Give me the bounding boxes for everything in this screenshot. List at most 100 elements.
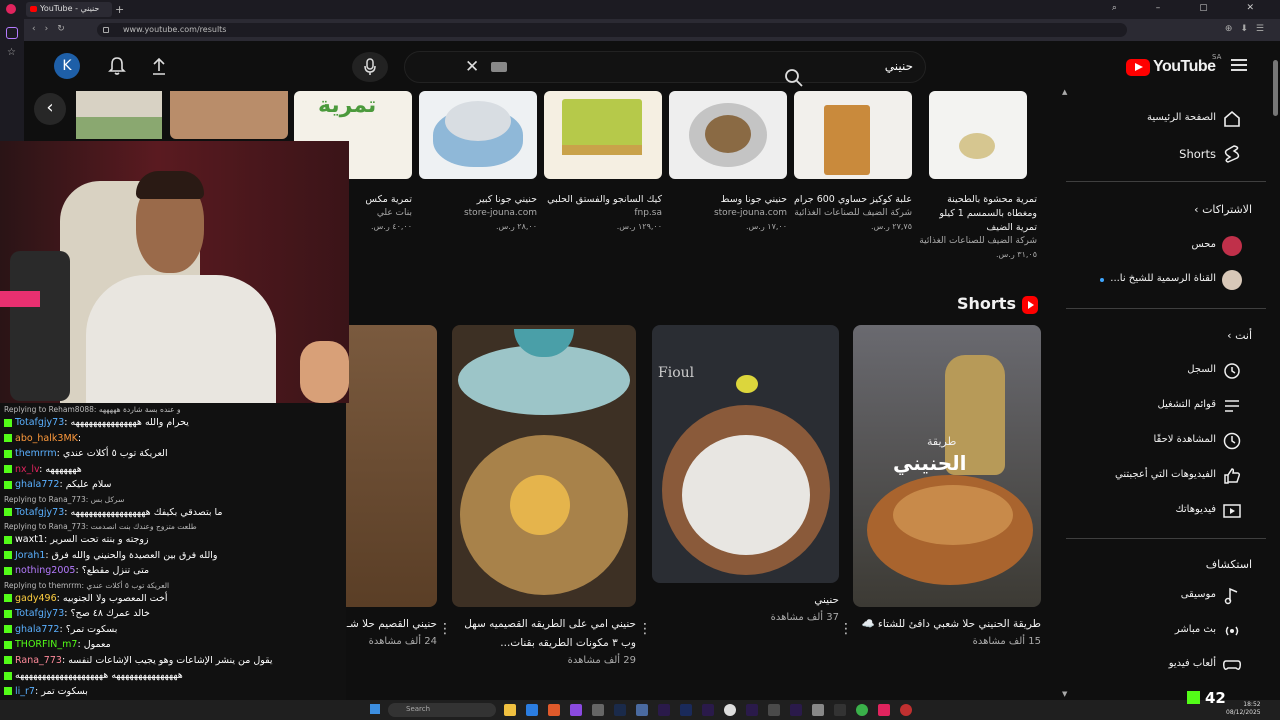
opera-icon[interactable] bbox=[878, 704, 890, 716]
url-field[interactable]: www.youtube.com/results bbox=[97, 23, 1127, 37]
visual-studio-icon[interactable] bbox=[570, 704, 582, 716]
product-card[interactable]: كيك السانجو والفستق الحلبي fnp.sa ١٢٩,٠٠… bbox=[544, 91, 662, 233]
sidebar-item-history[interactable]: السجل bbox=[1066, 356, 1266, 386]
vscode-icon[interactable] bbox=[526, 704, 538, 716]
more-options-icon[interactable]: ⋮ bbox=[839, 621, 853, 637]
search-input[interactable]: ✕ حنيني bbox=[404, 51, 926, 87]
sidebar-item-shorts[interactable]: Shorts bbox=[1066, 139, 1266, 169]
after-effects-icon[interactable] bbox=[658, 704, 670, 716]
photoshop-icon[interactable] bbox=[614, 704, 626, 716]
short-thumbnail[interactable] bbox=[452, 325, 636, 607]
chat-username[interactable]: THORFIN_m7 bbox=[15, 639, 77, 650]
app-icon[interactable] bbox=[834, 704, 846, 716]
file-explorer-icon[interactable] bbox=[504, 704, 516, 716]
chat-text: زوجته و بنته تحت السرير bbox=[50, 534, 149, 545]
sidebar-item-playlists[interactable]: قوائم التشغيل bbox=[1066, 391, 1266, 421]
home-icon[interactable] bbox=[6, 27, 18, 39]
taskbar-clock[interactable]: 18:52 08/12/2025 bbox=[1226, 701, 1261, 717]
sidebar-scroll-down-icon[interactable]: ▼ bbox=[1062, 690, 1067, 698]
windows-start-icon[interactable] bbox=[370, 704, 380, 714]
short-title[interactable]: حنيني bbox=[652, 591, 839, 610]
app-icon[interactable] bbox=[724, 704, 736, 716]
star-icon[interactable]: ☆ bbox=[7, 47, 16, 58]
chat-username[interactable]: Totafgjy73 bbox=[15, 417, 64, 428]
sidebar-item-liked-videos[interactable]: الفيديوهات التي أعجبتني bbox=[1066, 461, 1266, 491]
upload-icon[interactable] bbox=[150, 56, 168, 76]
browser-menu-icons[interactable]: ⊕⬇☰ bbox=[1225, 24, 1272, 34]
app-icon[interactable] bbox=[636, 704, 648, 716]
page-scrollbar[interactable] bbox=[1273, 60, 1278, 116]
youtube-favicon-icon bbox=[30, 6, 37, 12]
chat-badge-icon bbox=[4, 594, 12, 602]
channel-avatar bbox=[1222, 236, 1242, 256]
app-icon[interactable] bbox=[592, 704, 604, 716]
you-heading[interactable]: أنت › bbox=[1227, 329, 1252, 342]
short-card[interactable]: ⋮ حنيني امي على الطريقه القصيميه سهل وب … bbox=[438, 325, 636, 666]
more-options-icon[interactable]: ⋮ bbox=[638, 621, 652, 637]
sidebar-item-music[interactable]: موسيقى bbox=[1066, 581, 1266, 611]
media-encoder-icon[interactable] bbox=[702, 704, 714, 716]
short-views: 15 ألف مشاهدة bbox=[972, 636, 1041, 647]
short-card[interactable]: طريقة الحنيني ⋮ طريقة الحنيني حلا شعبي د… bbox=[839, 325, 1041, 647]
chat-username[interactable]: Rana_773 bbox=[15, 655, 62, 666]
browser-tab[interactable]: YouTube - حنيني bbox=[26, 2, 112, 17]
sidebar-scroll-up-icon[interactable]: ▲ bbox=[1062, 88, 1067, 96]
product-card[interactable]: حنيني جونا وسط store-jouna.com ١٧,٠٠ ر.س… bbox=[669, 91, 787, 233]
brave-icon[interactable] bbox=[548, 704, 560, 716]
short-card[interactable]: Fioul ⋮ حنيني 37 ألف مشاهدة bbox=[638, 325, 839, 637]
product-card[interactable]: تمرية محشوة بالطحينة ومغطاه بالسمسم 1 كي… bbox=[919, 91, 1037, 261]
product-thumb[interactable] bbox=[76, 91, 162, 139]
music-icon bbox=[1224, 587, 1238, 605]
chat-username[interactable]: ghala772 bbox=[15, 624, 59, 635]
adobe-app-icon[interactable] bbox=[746, 704, 758, 716]
bell-icon[interactable] bbox=[108, 56, 126, 76]
search-button[interactable] bbox=[785, 64, 820, 92]
chat-username[interactable]: Totafgjy73 bbox=[15, 608, 64, 619]
nav-buttons[interactable]: ‹›↻ bbox=[32, 24, 74, 34]
chat-username[interactable]: gady496 bbox=[15, 593, 57, 604]
chat-username[interactable]: nothing2005 bbox=[15, 565, 75, 576]
keyboard-icon[interactable] bbox=[491, 62, 507, 72]
chat-username[interactable]: ghala772 bbox=[15, 479, 59, 490]
chat-username[interactable]: themrrm bbox=[15, 448, 57, 459]
sidebar-item-live[interactable]: بث مباشر bbox=[1066, 616, 1266, 646]
sidebar-item-subscription[interactable]: محس bbox=[1066, 231, 1266, 261]
chat-username[interactable]: nx_lv bbox=[15, 464, 39, 475]
more-options-icon[interactable]: ⋮ bbox=[438, 621, 452, 637]
sidebar-item-subscription[interactable]: القناة الرسمية للشيخ نا... bbox=[1066, 265, 1266, 295]
product-card[interactable]: حنيني جونا كبير store-jouna.com ٢٨,٠٠ ر.… bbox=[419, 91, 537, 233]
sidebar-item-home[interactable]: الصفحة الرئيسية bbox=[1066, 104, 1266, 134]
product-card[interactable]: علبة كوكيز حساوي 600 جرام شركة الضيف للص… bbox=[794, 91, 912, 233]
sidebar-item-gaming[interactable]: ألعاب فيديو bbox=[1066, 650, 1266, 680]
short-title[interactable]: حنيني امي على الطريقه القصيميه سهل وب ٣ … bbox=[452, 615, 636, 653]
carousel-prev-button[interactable]: ‹ bbox=[34, 93, 66, 125]
subscriptions-heading[interactable]: الاشتراكات › bbox=[1194, 203, 1252, 216]
hamburger-menu-icon[interactable] bbox=[1231, 59, 1247, 71]
sidebar-item-your-videos[interactable]: فيديوهاتك bbox=[1066, 496, 1266, 526]
clear-search-icon[interactable]: ✕ bbox=[465, 57, 479, 77]
avatar[interactable]: K bbox=[54, 53, 80, 79]
chat-username[interactable]: li_r7 bbox=[15, 686, 35, 697]
taskbar-search[interactable]: Search bbox=[388, 703, 496, 717]
app-icon[interactable] bbox=[900, 704, 912, 716]
premiere-icon[interactable] bbox=[790, 704, 802, 716]
chrome-icon[interactable] bbox=[856, 704, 868, 716]
window-controls[interactable]: ⌕ – ▢ ✕ bbox=[1112, 3, 1272, 13]
voice-search-button[interactable] bbox=[352, 52, 388, 82]
youtube-logo[interactable]: YouTube SA bbox=[1126, 53, 1221, 78]
chat-username[interactable]: waxt1 bbox=[15, 534, 44, 545]
short-title[interactable]: طريقة الحنيني حلا شعبي دافئ للشتاء ☁️ bbox=[853, 615, 1041, 634]
app-icon[interactable] bbox=[768, 704, 780, 716]
product-thumb[interactable] bbox=[170, 91, 288, 139]
short-thumbnail[interactable]: Fioul bbox=[652, 325, 839, 583]
new-tab-icon[interactable]: + bbox=[115, 3, 124, 16]
chat-username[interactable]: Jorah1 bbox=[15, 550, 45, 561]
audition-icon[interactable] bbox=[680, 704, 692, 716]
sidebar-item-watch-later[interactable]: المشاهدة لاحقًا bbox=[1066, 426, 1266, 456]
short-thumbnail[interactable]: طريقة الحنيني bbox=[853, 325, 1041, 607]
app-icon[interactable] bbox=[812, 704, 824, 716]
chat-username[interactable]: abo_halk3MK bbox=[15, 433, 78, 444]
chat-username[interactable]: Totafgjy73 bbox=[15, 507, 64, 518]
product-title: كيك السانجو والفستق الحلبي bbox=[547, 194, 662, 205]
chat-message: Totafgjy73: خالد عمرك ٤٨ صح؟ bbox=[4, 608, 150, 619]
